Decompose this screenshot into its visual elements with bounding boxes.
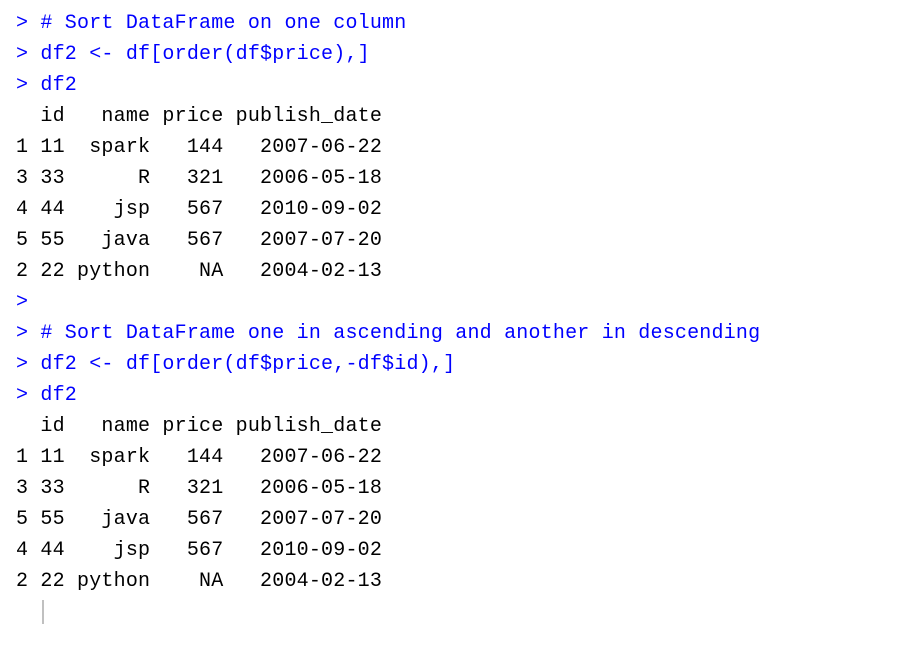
- console-line-input: > # Sort DataFrame on one column: [16, 8, 894, 39]
- r-code: df2: [40, 384, 77, 407]
- prompt-symbol: >: [16, 74, 40, 97]
- table-header: id name price publish_date: [16, 101, 894, 132]
- table-row: 2 22 python NA 2004-02-13: [16, 566, 894, 597]
- console-line-input: > df2: [16, 380, 894, 411]
- r-code: df2 <- df[order(df$price,-df$id),]: [40, 353, 455, 376]
- table-row: 4 44 jsp 567 2010-09-02: [16, 535, 894, 566]
- r-code: df2 <- df[order(df$price),]: [40, 43, 369, 66]
- prompt-symbol: >: [16, 384, 40, 407]
- comment-text: # Sort DataFrame on one column: [40, 12, 406, 35]
- prompt-symbol: >: [16, 291, 28, 314]
- prompt-symbol: >: [16, 353, 40, 376]
- console-line-input: > # Sort DataFrame one in ascending and …: [16, 318, 894, 349]
- console-line-blank: >: [16, 287, 894, 318]
- console-cursor-line[interactable]: [16, 597, 894, 628]
- prompt-symbol: >: [16, 43, 40, 66]
- console-line-input: > df2 <- df[order(df$price,-df$id),]: [16, 349, 894, 380]
- r-console[interactable]: > # Sort DataFrame on one column > df2 <…: [16, 8, 894, 628]
- table-row: 3 33 R 321 2006-05-18: [16, 163, 894, 194]
- table-row: 4 44 jsp 567 2010-09-02: [16, 194, 894, 225]
- table-row: 2 22 python NA 2004-02-13: [16, 256, 894, 287]
- table-row: 5 55 java 567 2007-07-20: [16, 504, 894, 535]
- table-row: 1 11 spark 144 2007-06-22: [16, 442, 894, 473]
- prompt-symbol: >: [16, 322, 40, 345]
- comment-text: # Sort DataFrame one in ascending and an…: [40, 322, 760, 345]
- text-cursor-icon: [42, 600, 44, 624]
- table-row: 3 33 R 321 2006-05-18: [16, 473, 894, 504]
- table-row: 5 55 java 567 2007-07-20: [16, 225, 894, 256]
- r-code: df2: [40, 74, 77, 97]
- table-header: id name price publish_date: [16, 411, 894, 442]
- prompt-symbol: >: [16, 12, 40, 35]
- console-line-input: > df2: [16, 70, 894, 101]
- console-line-input: > df2 <- df[order(df$price),]: [16, 39, 894, 70]
- table-row: 1 11 spark 144 2007-06-22: [16, 132, 894, 163]
